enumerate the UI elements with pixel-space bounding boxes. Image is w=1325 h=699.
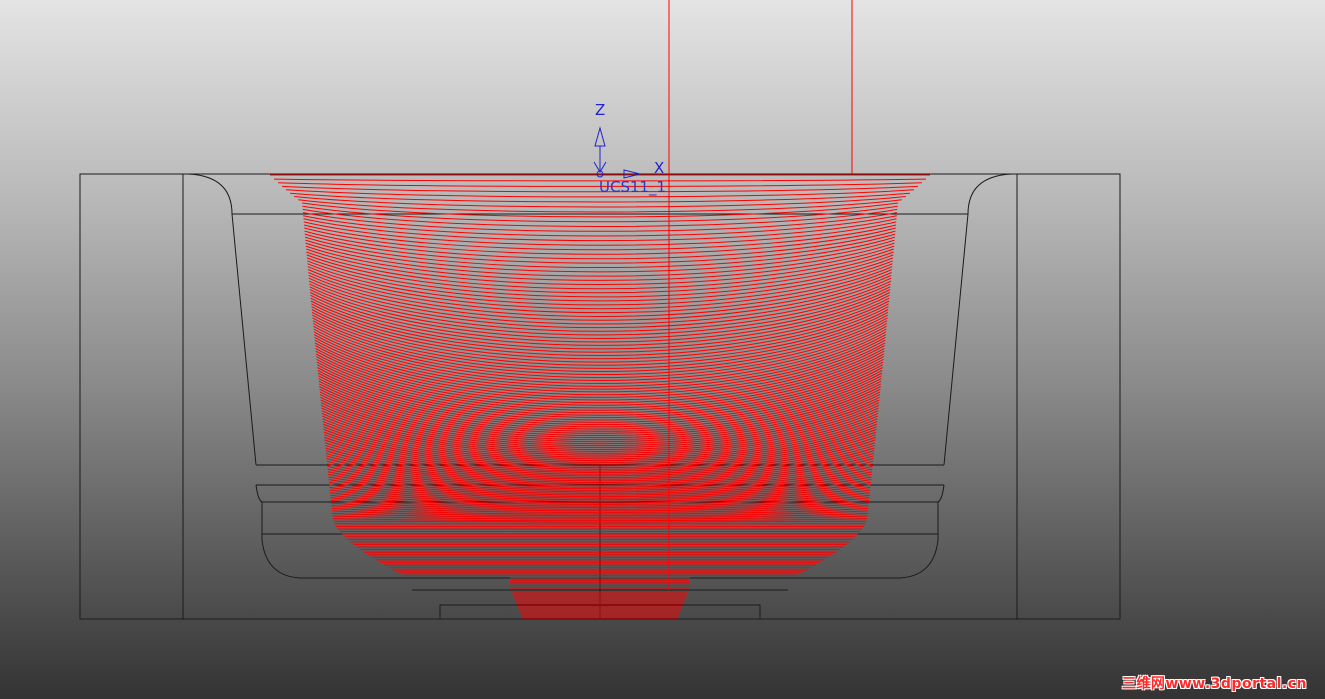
toolpath-contour [308,274,892,321]
toolpath-contour [311,303,889,356]
toolpath-contour [308,271,892,317]
watermark-text: 三维网www.3dportal.cn [1121,676,1307,692]
toolpath-contour [302,202,898,218]
cavity-left-wall [183,173,257,466]
cavity-right-wall [943,173,1017,466]
toolpath-contour [303,215,897,237]
z-axis-label: Z [595,101,605,119]
coordinate-system[interactable]: Z X UCS11_1 [593,101,666,197]
cad-viewport[interactable]: Z X UCS11_1 [0,0,1325,699]
toolpath-contour [303,221,897,246]
csys-name-label: UCS11_1 [599,178,666,197]
z-axis-arrow-icon [594,126,606,147]
toolpath-contour [303,224,897,251]
toolpath-contour [311,306,889,360]
x-axis-label: X [654,159,664,177]
toolpath-contour [311,309,889,363]
